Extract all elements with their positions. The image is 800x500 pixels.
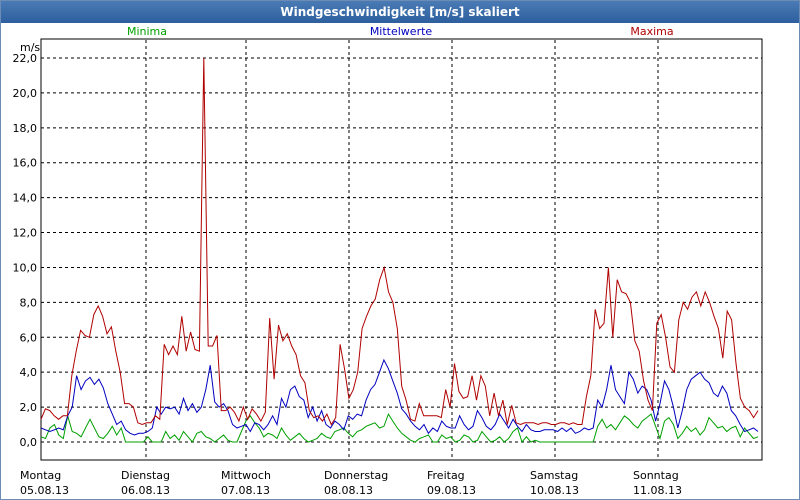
x-tick-day: Donnerstag [324,469,388,482]
x-tick-day: Samstag [530,469,578,482]
legend-maxima: Maxima [630,25,673,38]
x-tick-labels: Montag 05.08.13 Dienstag 06.08.13 Mittwoch 07… [20,469,682,497]
x-tick-day: Sonntag [633,469,679,482]
legend-mittelwerte: Mittelwerte [370,25,433,38]
plot-area [40,38,763,461]
y-tick-label: 16,0 [13,157,38,170]
x-tick-date: 10.08.13 [530,484,579,497]
x-tick-day: Montag [20,469,61,482]
x-tick-date: 06.08.13 [121,484,170,497]
y-tick-labels: 0,02,04,06,08,010,012,014,016,018,020,02… [13,52,38,449]
x-tick-date: 05.08.13 [20,484,69,497]
legend-minima: Minima [127,25,167,38]
y-tick-label: 18,0 [13,122,38,135]
y-tick-label: 4,0 [20,366,38,379]
y-tick-label: 14,0 [13,192,38,205]
y-tick-label: 8,0 [20,296,38,309]
x-tick-day: Freitag [427,469,465,482]
x-tick-date: 08.08.13 [324,484,373,497]
y-tick-label: 10,0 [13,261,38,274]
y-tick-label: 20,0 [13,87,38,100]
x-tick-day: Dienstag [121,469,170,482]
x-tick-date: 11.08.13 [633,484,682,497]
x-tick-date: 07.08.13 [221,484,270,497]
x-tick-day: Mittwoch [221,469,271,482]
y-tick-label: 6,0 [20,331,38,344]
y-axis-unit: m/s [20,41,40,54]
y-tick-label: 2,0 [20,401,38,414]
wind-speed-chart: 0,02,04,06,08,010,012,014,016,018,020,02… [13,25,763,497]
x-tick-date: 09.08.13 [427,484,476,497]
y-tick-label: 0,0 [20,436,38,449]
y-tick-label: 12,0 [13,227,38,240]
